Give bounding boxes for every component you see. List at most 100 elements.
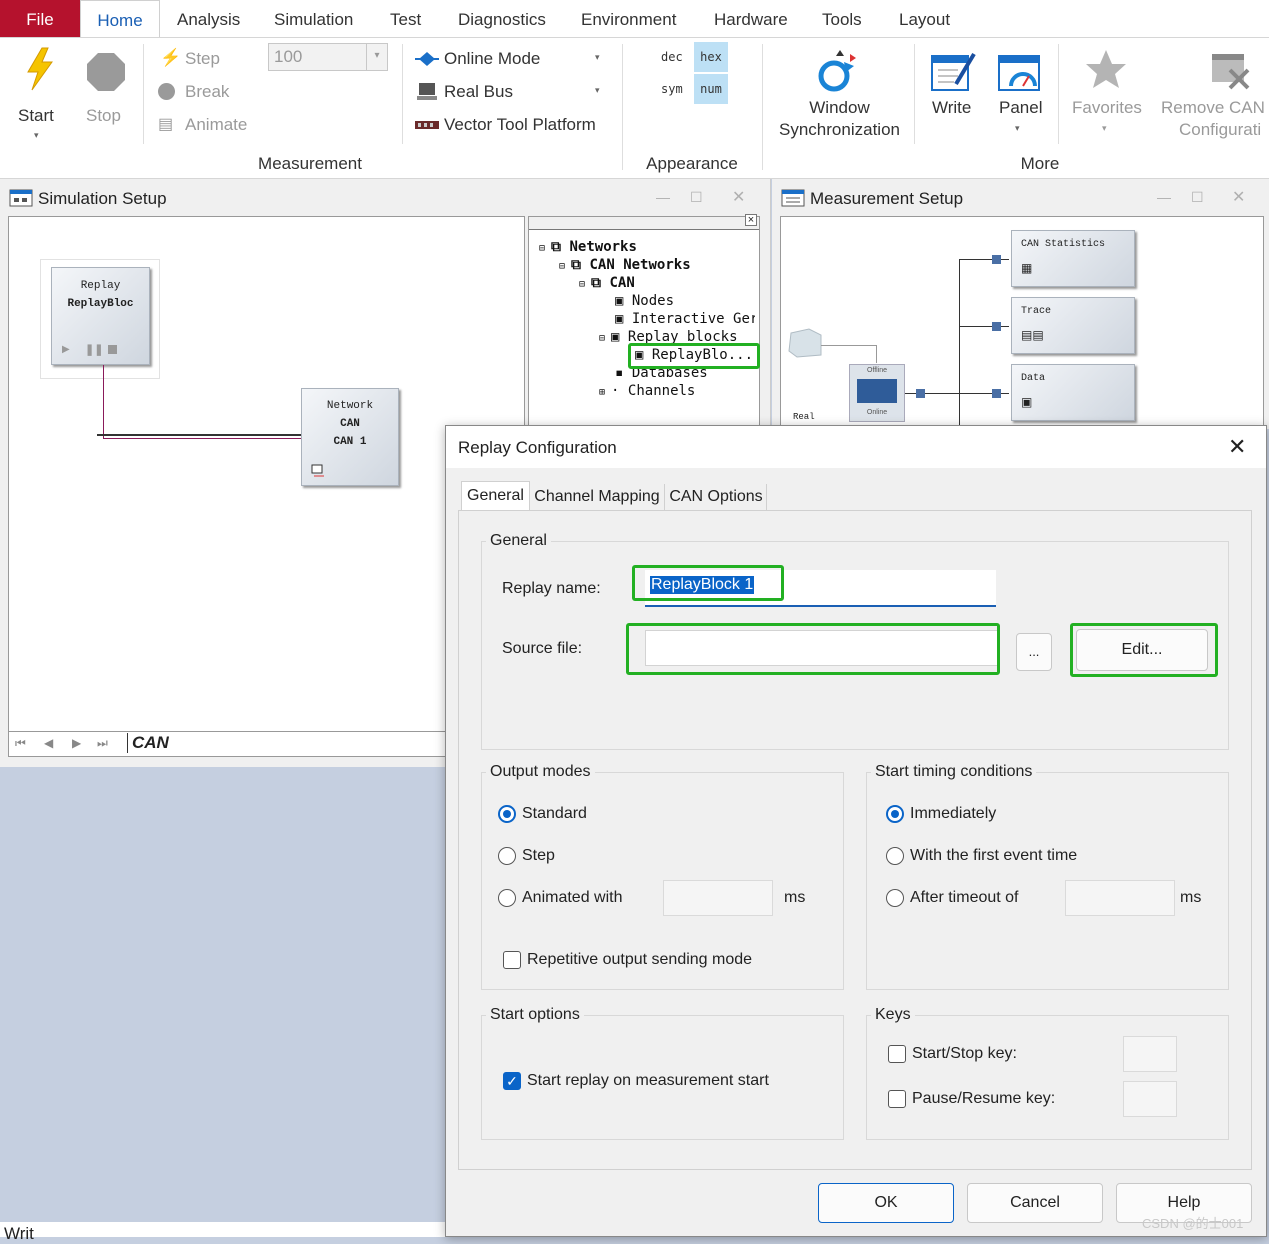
tab-can-options[interactable]: CAN Options	[666, 484, 767, 510]
network-icon: ⧉	[551, 239, 562, 255]
panel-button[interactable]: Panel ▾	[995, 46, 1047, 146]
step-radio[interactable]	[498, 847, 516, 865]
connector-node[interactable]	[992, 255, 1001, 264]
close-icon[interactable]: ✕	[1228, 434, 1246, 460]
close-icon[interactable]: ×	[745, 214, 757, 226]
stop-icon[interactable]	[108, 345, 117, 354]
dialog-title: Replay Configuration	[458, 438, 617, 457]
online-label: Online	[866, 409, 888, 416]
write-button[interactable]: Write	[926, 46, 978, 146]
tab-diagnostics[interactable]: Diagnostics	[458, 0, 546, 37]
tab-analysis[interactable]: Analysis	[177, 0, 240, 37]
tree-channels[interactable]: ⊞ · Channels	[599, 383, 695, 399]
tree-nodes[interactable]: ▣ Nodes	[615, 293, 674, 309]
offline-online-switch[interactable]: Offline Online	[849, 364, 905, 422]
panel-gauge-icon	[998, 55, 1040, 91]
standard-radio[interactable]	[498, 805, 516, 823]
prev-page-icon[interactable]: ◀	[44, 736, 53, 750]
connector-node[interactable]	[992, 322, 1001, 331]
speed-value: 100	[274, 47, 303, 66]
start-button[interactable]: Start ▾	[14, 46, 64, 146]
connector-node[interactable]	[992, 389, 1001, 398]
separator	[1058, 44, 1059, 144]
real-bus-dropdown[interactable]: Real Bus ▾	[415, 81, 610, 105]
separator	[143, 44, 144, 144]
play-icon[interactable]: ▶	[62, 344, 70, 355]
num-button[interactable]: num	[694, 74, 728, 104]
minimize-icon[interactable]: —	[1157, 189, 1171, 205]
trace-block[interactable]: Trace ▤▤	[1011, 297, 1135, 354]
tree-networks[interactable]: ⊟ ⧉ Networks	[539, 239, 637, 255]
after-timeout-radio[interactable]	[886, 889, 904, 907]
measurement-setup-title: Measurement Setup	[810, 189, 964, 208]
remove-can-configuration-button[interactable]: Remove CAN Configurati	[1158, 46, 1269, 146]
tab-simulation[interactable]: Simulation	[274, 0, 353, 37]
timeout-ms-input[interactable]	[1065, 880, 1175, 916]
first-event-radio[interactable]	[886, 847, 904, 865]
file-tab[interactable]: File	[0, 0, 80, 37]
tab-tools[interactable]: Tools	[822, 0, 862, 37]
first-event-label: With the first event time	[910, 847, 1078, 864]
start-stop-key-label: Start/Stop key:	[912, 1045, 1017, 1062]
connector-node[interactable]	[916, 389, 925, 398]
start-stop-key-input[interactable]	[1123, 1036, 1177, 1072]
close-icon[interactable]: ✕	[1232, 187, 1245, 207]
replay-block[interactable]: Replay ReplayBloc ▶ ❚❚	[51, 267, 150, 365]
break-button[interactable]: Break	[158, 81, 258, 105]
speed-combobox[interactable]: 100 ▾	[268, 43, 388, 71]
last-page-icon[interactable]: ⏭	[97, 736, 108, 751]
window-synchronization-button[interactable]: Window Synchronization	[772, 46, 907, 146]
animated-with-radio[interactable]	[498, 889, 516, 907]
pause-resume-key-input[interactable]	[1123, 1081, 1177, 1117]
pause-resume-key-checkbox[interactable]	[888, 1090, 906, 1108]
data-block[interactable]: Data ▣	[1011, 364, 1135, 421]
tab-hardware[interactable]: Hardware	[714, 0, 788, 37]
sheet-tab-can[interactable]: CAN	[127, 733, 169, 753]
animated-ms-input[interactable]	[663, 880, 773, 916]
ok-button[interactable]: OK	[818, 1183, 954, 1223]
next-page-icon[interactable]: ▶	[72, 736, 81, 750]
online-mode-dropdown[interactable]: Online Mode ▾	[415, 48, 610, 72]
tab-layout[interactable]: Layout	[899, 0, 950, 37]
hex-button[interactable]: hex	[694, 42, 728, 72]
animate-label: Animate	[185, 115, 248, 134]
sym-button[interactable]: sym	[661, 82, 683, 96]
tab-test[interactable]: Test	[390, 0, 421, 37]
start-stop-key-checkbox[interactable]	[888, 1045, 906, 1063]
tree-can-networks[interactable]: ⊟ ⧉ CAN Networks	[559, 257, 691, 273]
highlight-edit-button	[1070, 623, 1218, 677]
cancel-button[interactable]: Cancel	[967, 1183, 1103, 1223]
close-icon[interactable]: ✕	[732, 187, 745, 207]
immediately-radio[interactable]	[886, 805, 904, 823]
animate-button[interactable]: ▤ Animate	[158, 114, 258, 138]
can-statistics-block[interactable]: CAN Statistics ▦	[1011, 230, 1135, 287]
connection-line	[103, 365, 104, 439]
first-page-icon[interactable]: ⏮	[15, 736, 26, 751]
maximize-icon[interactable]: ☐	[1191, 189, 1204, 206]
tab-general[interactable]: General	[461, 481, 530, 512]
maximize-icon[interactable]: ☐	[690, 189, 703, 206]
pause-icon[interactable]: ❚❚	[85, 343, 103, 356]
stop-button[interactable]: Stop	[82, 46, 132, 146]
minimize-icon[interactable]: —	[656, 189, 670, 205]
favorites-button[interactable]: Favorites ▾	[1068, 46, 1148, 146]
tab-channel-mapping[interactable]: Channel Mapping	[530, 484, 665, 510]
measurement-canvas[interactable]: CAN Statistics ▦ Trace ▤▤ Data ▣ Offline…	[780, 216, 1264, 439]
bus-line	[959, 326, 1009, 327]
separator	[402, 44, 403, 144]
tree-can-label: CAN	[609, 275, 635, 291]
repetitive-checkbox[interactable]	[503, 951, 521, 969]
tab-home[interactable]: Home	[80, 0, 160, 39]
panel-label: Panel	[999, 98, 1043, 117]
tab-environment[interactable]: Environment	[581, 0, 676, 37]
dec-button[interactable]: dec	[661, 50, 683, 64]
start-replay-checkbox[interactable]: ✓	[503, 1072, 521, 1090]
step-button[interactable]: ⚡ Step	[158, 48, 258, 72]
measurement-setup-icon	[781, 189, 805, 207]
browse-button[interactable]: ...	[1016, 633, 1052, 671]
tree-interactive[interactable]: ▣ Interactive Ger	[615, 311, 755, 327]
vector-tool-platform-button[interactable]: Vector Tool Platform	[415, 114, 615, 138]
network-can-block[interactable]: Network CAN CAN 1	[301, 388, 399, 486]
can-statistics-label: CAN Statistics	[1021, 239, 1106, 250]
tree-can[interactable]: ⊟ ⧉ CAN	[579, 275, 635, 291]
